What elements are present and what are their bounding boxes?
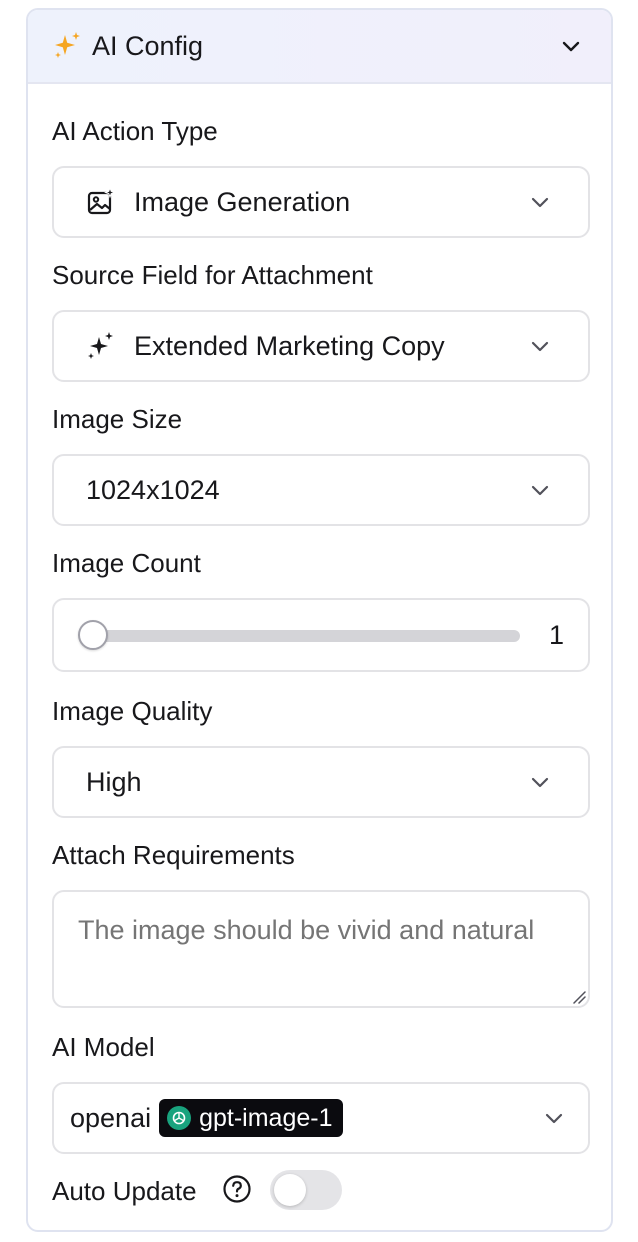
image-quality-select[interactable]: High	[52, 746, 590, 818]
action-type-label: AI Action Type	[52, 116, 218, 146]
help-circle-icon[interactable]	[222, 1174, 252, 1204]
chevron-down-icon	[528, 334, 552, 358]
chevron-down-icon	[528, 770, 552, 794]
slider-thumb[interactable]	[78, 620, 108, 650]
attach-requirements-label: Attach Requirements	[52, 840, 295, 870]
openai-logo-icon	[167, 1106, 192, 1130]
action-type-select[interactable]: Image Generation	[52, 166, 590, 238]
chevron-down-icon	[528, 190, 552, 214]
ai-config-panel: AI Config AI Action Type Image Generatio…	[26, 8, 613, 1232]
toggle-knob	[274, 1174, 306, 1206]
chevron-down-icon[interactable]	[559, 34, 583, 58]
resize-handle-icon[interactable]	[572, 990, 586, 1004]
image-sparkle-icon	[86, 187, 116, 217]
ai-config-title: AI Config	[92, 30, 204, 61]
sparkles-icon	[52, 30, 84, 62]
slider-track[interactable]	[94, 630, 520, 642]
attach-requirements-textarea[interactable]	[52, 890, 590, 1008]
auto-update-toggle[interactable]	[270, 1170, 342, 1210]
image-count-value: 1	[548, 620, 564, 650]
source-field-label: Source Field for Attachment	[52, 260, 373, 290]
image-count-slider-box: 1	[52, 598, 590, 672]
auto-update-label: Auto Update	[52, 1176, 197, 1206]
source-field-value: Extended Marketing Copy	[134, 330, 445, 361]
model-provider: openai	[70, 1102, 152, 1133]
ai-model-select[interactable]: openai gpt-image-1	[52, 1082, 590, 1154]
sparkles-icon	[86, 331, 116, 361]
ai-config-header[interactable]: AI Config	[28, 10, 611, 84]
image-size-value: 1024x1024	[86, 474, 220, 505]
model-badge: gpt-image-1	[159, 1099, 343, 1137]
ai-model-label: AI Model	[52, 1032, 155, 1062]
source-field-select[interactable]: Extended Marketing Copy	[52, 310, 590, 382]
image-count-label: Image Count	[52, 548, 201, 578]
image-size-label: Image Size	[52, 404, 183, 434]
chevron-down-icon	[542, 1106, 566, 1130]
model-name: gpt-image-1	[199, 1103, 333, 1132]
image-quality-label: Image Quality	[52, 696, 213, 726]
chevron-down-icon	[528, 478, 552, 502]
image-size-select[interactable]: 1024x1024	[52, 454, 590, 526]
image-quality-value: High	[86, 766, 142, 797]
action-type-value: Image Generation	[134, 186, 351, 217]
